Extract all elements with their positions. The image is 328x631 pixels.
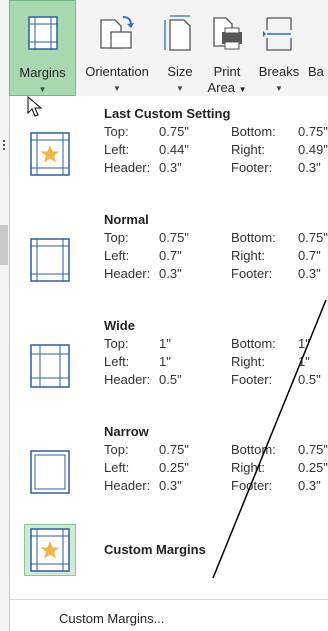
breaks-button[interactable]: Breaks ▼: [254, 0, 304, 96]
page-margins-thumbnail-icon: [30, 238, 70, 282]
margin-preset-narrow[interactable]: Narrow Top: 0.75" Bottom: 0.75" Left: 0.25" R…: [10, 424, 328, 512]
orientation-label: Orientation: [85, 64, 149, 79]
page-layout-ribbon: Margins ▼ Orientation ▼ Size ▼ Print Are…: [9, 0, 328, 97]
scroll-handle[interactable]: [0, 225, 8, 265]
margins-dropdown: Last Custom Setting Top: 0.75" Bottom: 0.75…: [9, 96, 328, 631]
chevron-down-icon: ▼: [275, 84, 283, 93]
mouse-cursor-icon: [27, 96, 43, 117]
chevron-down-icon: ▼: [113, 84, 121, 93]
chevron-down-icon: ▼: [38, 85, 47, 94]
margins-label: Margins: [19, 65, 66, 80]
page-margins-thumbnail-icon: [30, 132, 70, 176]
preset-name: Narrow: [104, 424, 149, 439]
margins-icon: [27, 16, 58, 50]
resize-grip: [3, 140, 7, 150]
margin-preset-last-custom[interactable]: Last Custom Setting Top: 0.75" Bottom: 0.75…: [10, 106, 328, 194]
page-size-icon: [164, 15, 191, 51]
page-margins-thumbnail-icon: [30, 528, 70, 572]
margin-preset-wide[interactable]: Wide Top: 1" Bottom: 1" Left: 1" Right: 1" Hea…: [10, 318, 328, 406]
custom-margins-label: Custom Margins: [104, 542, 206, 557]
custom-margins-item[interactable]: Custom Margins: [10, 524, 328, 576]
size-button[interactable]: Size ▼: [159, 0, 201, 96]
print-area-label-2: Area ▼: [207, 80, 247, 95]
custom-margins-link[interactable]: Custom Margins...: [59, 611, 164, 626]
breaks-icon: [263, 17, 292, 51]
chevron-down-icon: ▼: [176, 84, 184, 93]
print-area-label-1: Print: [213, 64, 241, 79]
margins-button[interactable]: Margins ▼: [9, 0, 76, 96]
size-label: Size: [167, 64, 193, 79]
margin-preset-normal[interactable]: Normal Top: 0.75" Bottom: 0.75" Left: 0.7" Ri…: [10, 212, 328, 300]
print-area-icon: [213, 17, 242, 50]
preset-name: Normal: [104, 212, 149, 227]
page-margins-thumbnail-icon: [30, 344, 70, 388]
breaks-label: Breaks: [258, 64, 300, 79]
menu-divider: [10, 599, 328, 600]
preset-name: Wide: [104, 318, 135, 333]
background-label: Ba: [308, 64, 324, 79]
background-button[interactable]: Ba: [306, 0, 328, 96]
page-margins-thumbnail-icon: [30, 450, 70, 494]
print-area-button[interactable]: Print Area ▼: [204, 0, 250, 96]
preset-name: Last Custom Setting: [104, 106, 231, 121]
orientation-button[interactable]: Orientation ▼: [77, 0, 157, 96]
orientation-icon: [100, 16, 134, 49]
